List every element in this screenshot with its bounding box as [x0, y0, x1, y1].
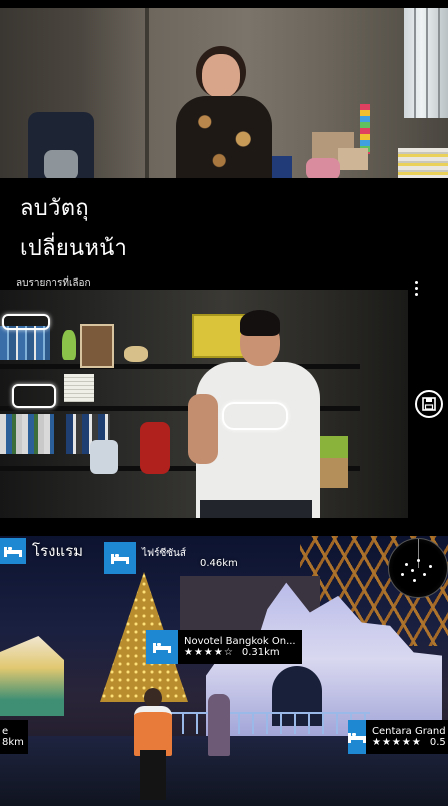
- paper-stack: [398, 148, 448, 178]
- window-bar: [438, 8, 440, 118]
- selection-outline[interactable]: [2, 314, 50, 330]
- category-title: โรงแรม: [32, 542, 84, 560]
- rating-stars: ★★★★☆: [184, 647, 234, 658]
- ar-camera-view[interactable]: [0, 536, 448, 806]
- poi-tag[interactable]: e 8km: [0, 720, 28, 754]
- poi-distance: 0.5: [429, 737, 446, 748]
- radar-dot: [411, 569, 414, 572]
- radar-icon[interactable]: [388, 538, 448, 598]
- face: [202, 54, 240, 98]
- vest: [134, 706, 172, 756]
- radar-dot: [413, 579, 416, 582]
- poi-name: ไฟร์ซีซันส์: [142, 548, 186, 559]
- window-bar: [426, 8, 428, 118]
- market-stall: [0, 636, 64, 716]
- radar-dot: [401, 573, 404, 576]
- cup: [124, 346, 148, 362]
- radar-dot: [405, 563, 408, 566]
- window: [404, 8, 448, 118]
- floppy-disk-icon: [422, 397, 436, 411]
- bed-icon: [146, 630, 178, 664]
- poi-name: Centara Grand: [372, 726, 446, 737]
- selection-outline[interactable]: [222, 402, 288, 430]
- binders: [0, 326, 50, 360]
- rating-stars: ★★★★★: [372, 737, 422, 748]
- hair: [240, 310, 280, 336]
- railing: [140, 712, 370, 734]
- more-vertical-icon[interactable]: [408, 278, 424, 298]
- plant: [62, 330, 76, 360]
- top-photo[interactable]: [0, 8, 448, 178]
- woman-figure: [176, 46, 272, 178]
- poi-name: e: [2, 726, 9, 737]
- head: [144, 688, 162, 708]
- radar-dot: [429, 565, 432, 568]
- pink-bag: [306, 158, 340, 178]
- picture-frame: [80, 324, 114, 368]
- poi-tag[interactable]: Novotel Bangkok On... ★★★★☆ 0.31km: [146, 630, 302, 664]
- pants: [200, 500, 312, 518]
- pedestrian: [132, 688, 174, 800]
- binders: [0, 414, 54, 454]
- radar-dot: [417, 559, 420, 562]
- poi-name: Novotel Bangkok On...: [184, 636, 296, 647]
- poi-tag[interactable]: Centara Grand ★★★★★ 0.5: [348, 720, 448, 754]
- middle-photo[interactable]: [0, 290, 408, 518]
- arm: [188, 394, 218, 464]
- legs: [140, 750, 166, 800]
- bed-icon: [104, 542, 136, 574]
- radar-dot: [423, 573, 426, 576]
- selection-outline[interactable]: [12, 384, 56, 408]
- poi-distance: 0.46km: [200, 558, 238, 569]
- bed-icon: [0, 538, 26, 564]
- poi-tag[interactable]: ไฟร์ซีซันส์: [104, 542, 192, 576]
- radar-sweep: [418, 539, 419, 568]
- category-header[interactable]: โรงแรม: [0, 538, 83, 564]
- wall-edge: [145, 8, 149, 178]
- paper-stack: [64, 374, 94, 402]
- remove-selected-label: ลบรายการที่เลือก: [16, 278, 91, 289]
- striped-pole: [360, 104, 370, 154]
- red-bag: [140, 422, 170, 474]
- white-bag: [90, 440, 118, 474]
- change-face-option[interactable]: เปลี่ยนหน้า: [20, 230, 127, 265]
- poi-distance: 8km: [2, 737, 24, 748]
- kettle: [44, 150, 78, 178]
- save-icon[interactable]: [415, 390, 443, 418]
- bed-icon: [348, 720, 366, 754]
- floral-shirt: [176, 96, 272, 178]
- poi-distance: 0.31km: [241, 647, 280, 658]
- window-bar: [414, 8, 416, 118]
- status-strip: [0, 0, 448, 8]
- remove-object-option[interactable]: ลบวัตถุ: [20, 190, 89, 225]
- pedestrian: [208, 694, 230, 756]
- box: [338, 148, 368, 170]
